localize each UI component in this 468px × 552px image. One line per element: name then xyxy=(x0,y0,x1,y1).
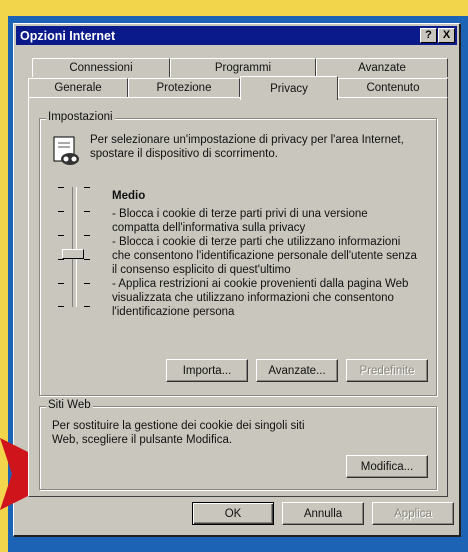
privacy-intro-line2: spostare il dispositivo di scorrimento. xyxy=(90,148,278,160)
privacy-level-slider[interactable] xyxy=(54,183,94,313)
help-button[interactable]: ? xyxy=(420,28,437,43)
tab-programmi[interactable]: Programmi xyxy=(170,58,316,77)
edit-button[interactable]: Modifica... xyxy=(346,455,428,478)
apply-button[interactable]: Applica xyxy=(372,502,454,525)
privacy-panel: Impostazioni Per selezionare un'impostaz… xyxy=(28,97,448,497)
tab-generale[interactable]: Generale xyxy=(28,78,128,97)
privacy-desc-line-8: l'identificazione persona xyxy=(112,306,235,318)
slider-ticks-right xyxy=(84,187,90,307)
slider-ticks-left xyxy=(58,187,64,307)
privacy-desc-line-2: compatta dell'informativa sulla privacy xyxy=(112,222,306,234)
advanced-button[interactable]: Avanzate... xyxy=(256,359,338,382)
websites-legend: Siti Web xyxy=(46,399,93,411)
privacy-desc-line-1: - Blocca i cookie di terze parti privi d… xyxy=(112,208,368,220)
privacy-desc-line-5: il consenso esplicito di quest'ultimo xyxy=(112,264,291,276)
privacy-desc-line-7: visualizzata che utilizzano informazioni… xyxy=(112,292,394,304)
ok-button[interactable]: OK xyxy=(192,502,274,525)
default-button[interactable]: Predefinite xyxy=(346,359,428,382)
slider-thumb[interactable] xyxy=(62,249,84,259)
settings-legend: Impostazioni xyxy=(46,111,115,123)
import-button[interactable]: Importa... xyxy=(166,359,248,382)
privacy-desc-line-6: - Applica restrizioni ai cookie provenie… xyxy=(112,278,409,290)
websites-group: Siti Web Per sostituire la gestione dei … xyxy=(39,399,437,490)
slider-track xyxy=(72,187,77,307)
tab-avanzate[interactable]: Avanzate xyxy=(316,58,448,77)
privacy-level-title: Medio xyxy=(112,190,146,202)
tab-protezione[interactable]: Protezione xyxy=(128,78,240,97)
tab-privacy[interactable]: Privacy xyxy=(240,76,338,100)
privacy-desc-line-4: che consentono l'identificazione persona… xyxy=(112,250,417,262)
privacy-document-icon xyxy=(52,135,82,172)
websites-line1: Per sostituire la gestione dei cookie de… xyxy=(52,420,305,432)
close-button[interactable]: X xyxy=(438,28,455,43)
privacy-desc-line-3: - Blocca i cookie di terze parti che uti… xyxy=(112,236,401,248)
settings-group: Impostazioni Per selezionare un'impostaz… xyxy=(39,111,437,396)
privacy-intro-line1: Per selezionare un'impostazione di priva… xyxy=(90,134,404,146)
websites-line2: Web, scegliere il pulsante Modifica. xyxy=(52,434,233,446)
tab-contenuto[interactable]: Contenuto xyxy=(338,78,448,97)
cancel-button[interactable]: Annulla xyxy=(282,502,364,525)
tab-connessioni[interactable]: Connessioni xyxy=(32,58,170,77)
title-bar[interactable]: Opzioni Internet ? X xyxy=(16,26,457,45)
internet-options-dialog: Opzioni Internet ? X Connessioni Program… xyxy=(13,23,461,537)
window-title: Opzioni Internet xyxy=(20,28,116,43)
